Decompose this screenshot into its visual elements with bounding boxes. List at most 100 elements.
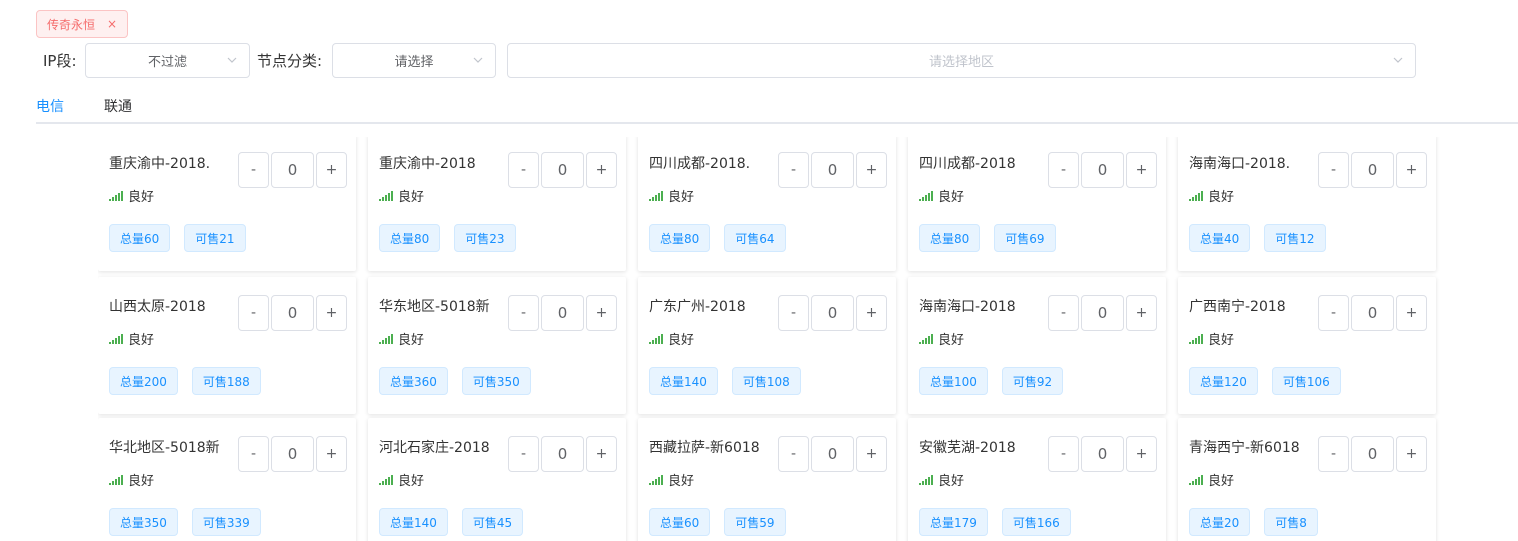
quantity-input[interactable]: 0 bbox=[271, 295, 314, 331]
decrement-button[interactable]: - bbox=[508, 295, 539, 331]
decrement-button[interactable]: - bbox=[1048, 436, 1079, 472]
quantity-input[interactable]: 0 bbox=[541, 152, 584, 188]
decrement-button[interactable]: - bbox=[778, 295, 809, 331]
increment-button[interactable]: + bbox=[1396, 436, 1427, 472]
ip-filter-value: 不过滤 bbox=[147, 55, 187, 70]
decrement-button[interactable]: - bbox=[1318, 436, 1349, 472]
signal-label: 良好 bbox=[398, 333, 425, 348]
decrement-button[interactable]: - bbox=[778, 436, 809, 472]
tab-telecom[interactable]: 电信 bbox=[36, 96, 64, 116]
node-name: 海南海口-2018. bbox=[1189, 156, 1291, 172]
available-badge: 可售64 bbox=[724, 224, 786, 252]
increment-button[interactable]: + bbox=[316, 295, 347, 331]
decrement-button[interactable]: - bbox=[238, 295, 269, 331]
node-card: 西藏拉萨-新6018 -0 + 良好 总量60 可售59 bbox=[638, 418, 896, 541]
total-badge: 总量140 bbox=[379, 508, 448, 536]
signal-label: 良好 bbox=[1208, 190, 1235, 205]
quantity-input[interactable]: 0 bbox=[811, 295, 854, 331]
stock-badges: 总量120 可售106 bbox=[1189, 367, 1341, 395]
quantity-input[interactable]: 0 bbox=[271, 436, 314, 472]
signal-icon bbox=[919, 333, 933, 344]
stock-badges: 总量140 可售108 bbox=[649, 367, 801, 395]
signal-label: 良好 bbox=[1208, 474, 1235, 489]
decrement-button[interactable]: - bbox=[508, 152, 539, 188]
decrement-button[interactable]: - bbox=[238, 436, 269, 472]
increment-button[interactable]: + bbox=[1126, 436, 1157, 472]
node-name: 青海西宁-新6018 bbox=[1189, 440, 1300, 456]
decrement-button[interactable]: - bbox=[238, 152, 269, 188]
quantity-input[interactable]: 0 bbox=[1351, 436, 1394, 472]
node-card: 海南海口-2018. -0 + 良好总量40 可售12 bbox=[1178, 137, 1436, 271]
available-badge: 可售339 bbox=[191, 508, 261, 536]
increment-button[interactable]: + bbox=[586, 295, 617, 331]
decrement-button[interactable]: - bbox=[1318, 152, 1349, 188]
signal-icon bbox=[649, 474, 663, 485]
stock-badges: 总量80 可售69 bbox=[919, 224, 1056, 252]
stock-badges: 总量350 可售339 bbox=[109, 508, 261, 536]
tab-unicom[interactable]: 联通 bbox=[104, 96, 132, 116]
node-card: 四川成都-2018 -0 + 良好 总量80 可售69 bbox=[908, 137, 1166, 271]
increment-button[interactable]: + bbox=[586, 152, 617, 188]
increment-button[interactable]: + bbox=[1396, 295, 1427, 331]
increment-button[interactable]: + bbox=[316, 152, 347, 188]
signal-label: 良好 bbox=[938, 474, 965, 489]
increment-button[interactable]: + bbox=[1126, 152, 1157, 188]
node-name: 海南海口-2018 bbox=[919, 299, 1016, 315]
signal-label: 良好 bbox=[398, 474, 425, 489]
node-filter-value: 请选择 bbox=[394, 55, 434, 70]
stock-badges: 总量60 可售59 bbox=[649, 508, 786, 536]
node-card: 华北地区-5018新 -0 + 良好 总量350 可售339 bbox=[98, 418, 356, 541]
node-name: 广东广州-2018 bbox=[649, 299, 746, 315]
signal-status: 良好 bbox=[109, 186, 154, 205]
quantity-stepper: -0 + bbox=[508, 152, 617, 188]
available-badge: 可售45 bbox=[461, 508, 524, 536]
decrement-button[interactable]: - bbox=[1318, 295, 1349, 331]
node-card: 山西太原-2018 -0 + 良好 总量200 可售188 bbox=[98, 277, 356, 414]
close-icon[interactable]: × bbox=[107, 17, 117, 31]
signal-label: 良好 bbox=[668, 190, 695, 205]
quantity-input[interactable]: 0 bbox=[1081, 152, 1124, 188]
total-badge: 总量179 bbox=[919, 508, 988, 536]
increment-button[interactable]: + bbox=[856, 295, 887, 331]
decrement-button[interactable]: - bbox=[1048, 295, 1079, 331]
signal-status: 良好 bbox=[919, 329, 964, 348]
available-badge: 可售59 bbox=[724, 508, 786, 536]
increment-button[interactable]: + bbox=[1126, 295, 1157, 331]
increment-button[interactable]: + bbox=[856, 152, 887, 188]
signal-label: 良好 bbox=[1208, 333, 1235, 348]
signal-icon bbox=[919, 474, 933, 485]
quantity-stepper: -0 + bbox=[238, 152, 347, 188]
decrement-button[interactable]: - bbox=[1048, 152, 1079, 188]
quantity-input[interactable]: 0 bbox=[541, 295, 584, 331]
quantity-input[interactable]: 0 bbox=[1351, 152, 1394, 188]
quantity-input[interactable]: 0 bbox=[1081, 436, 1124, 472]
node-filter-select[interactable]: 请选择 bbox=[332, 43, 496, 78]
quantity-input[interactable]: 0 bbox=[1351, 295, 1394, 331]
signal-status: 良好 bbox=[379, 186, 424, 205]
region-select[interactable]: 请选择地区 bbox=[507, 43, 1416, 78]
ip-filter-select[interactable]: 不过滤 bbox=[85, 43, 250, 78]
total-badge: 总量100 bbox=[919, 367, 988, 395]
signal-status: 良好 bbox=[649, 470, 694, 489]
increment-button[interactable]: + bbox=[1396, 152, 1427, 188]
quantity-input[interactable]: 0 bbox=[811, 436, 854, 472]
signal-label: 良好 bbox=[938, 190, 965, 205]
stock-badges: 总量40 可售12 bbox=[1189, 224, 1326, 252]
quantity-input[interactable]: 0 bbox=[271, 152, 314, 188]
quantity-stepper: -0 + bbox=[238, 295, 347, 331]
signal-status: 良好 bbox=[649, 186, 694, 205]
increment-button[interactable]: + bbox=[586, 436, 617, 472]
quantity-input[interactable]: 0 bbox=[811, 152, 854, 188]
decrement-button[interactable]: - bbox=[778, 152, 809, 188]
increment-button[interactable]: + bbox=[856, 436, 887, 472]
stock-badges: 总量360 可售350 bbox=[379, 367, 531, 395]
increment-button[interactable]: + bbox=[316, 436, 347, 472]
signal-label: 良好 bbox=[128, 190, 155, 205]
quantity-stepper: -0 + bbox=[1318, 436, 1427, 472]
quantity-input[interactable]: 0 bbox=[541, 436, 584, 472]
total-badge: 总量350 bbox=[109, 508, 178, 536]
decrement-button[interactable]: - bbox=[508, 436, 539, 472]
quantity-input[interactable]: 0 bbox=[1081, 295, 1124, 331]
available-badge: 可售23 bbox=[454, 224, 516, 252]
available-badge: 可售106 bbox=[1271, 367, 1341, 395]
